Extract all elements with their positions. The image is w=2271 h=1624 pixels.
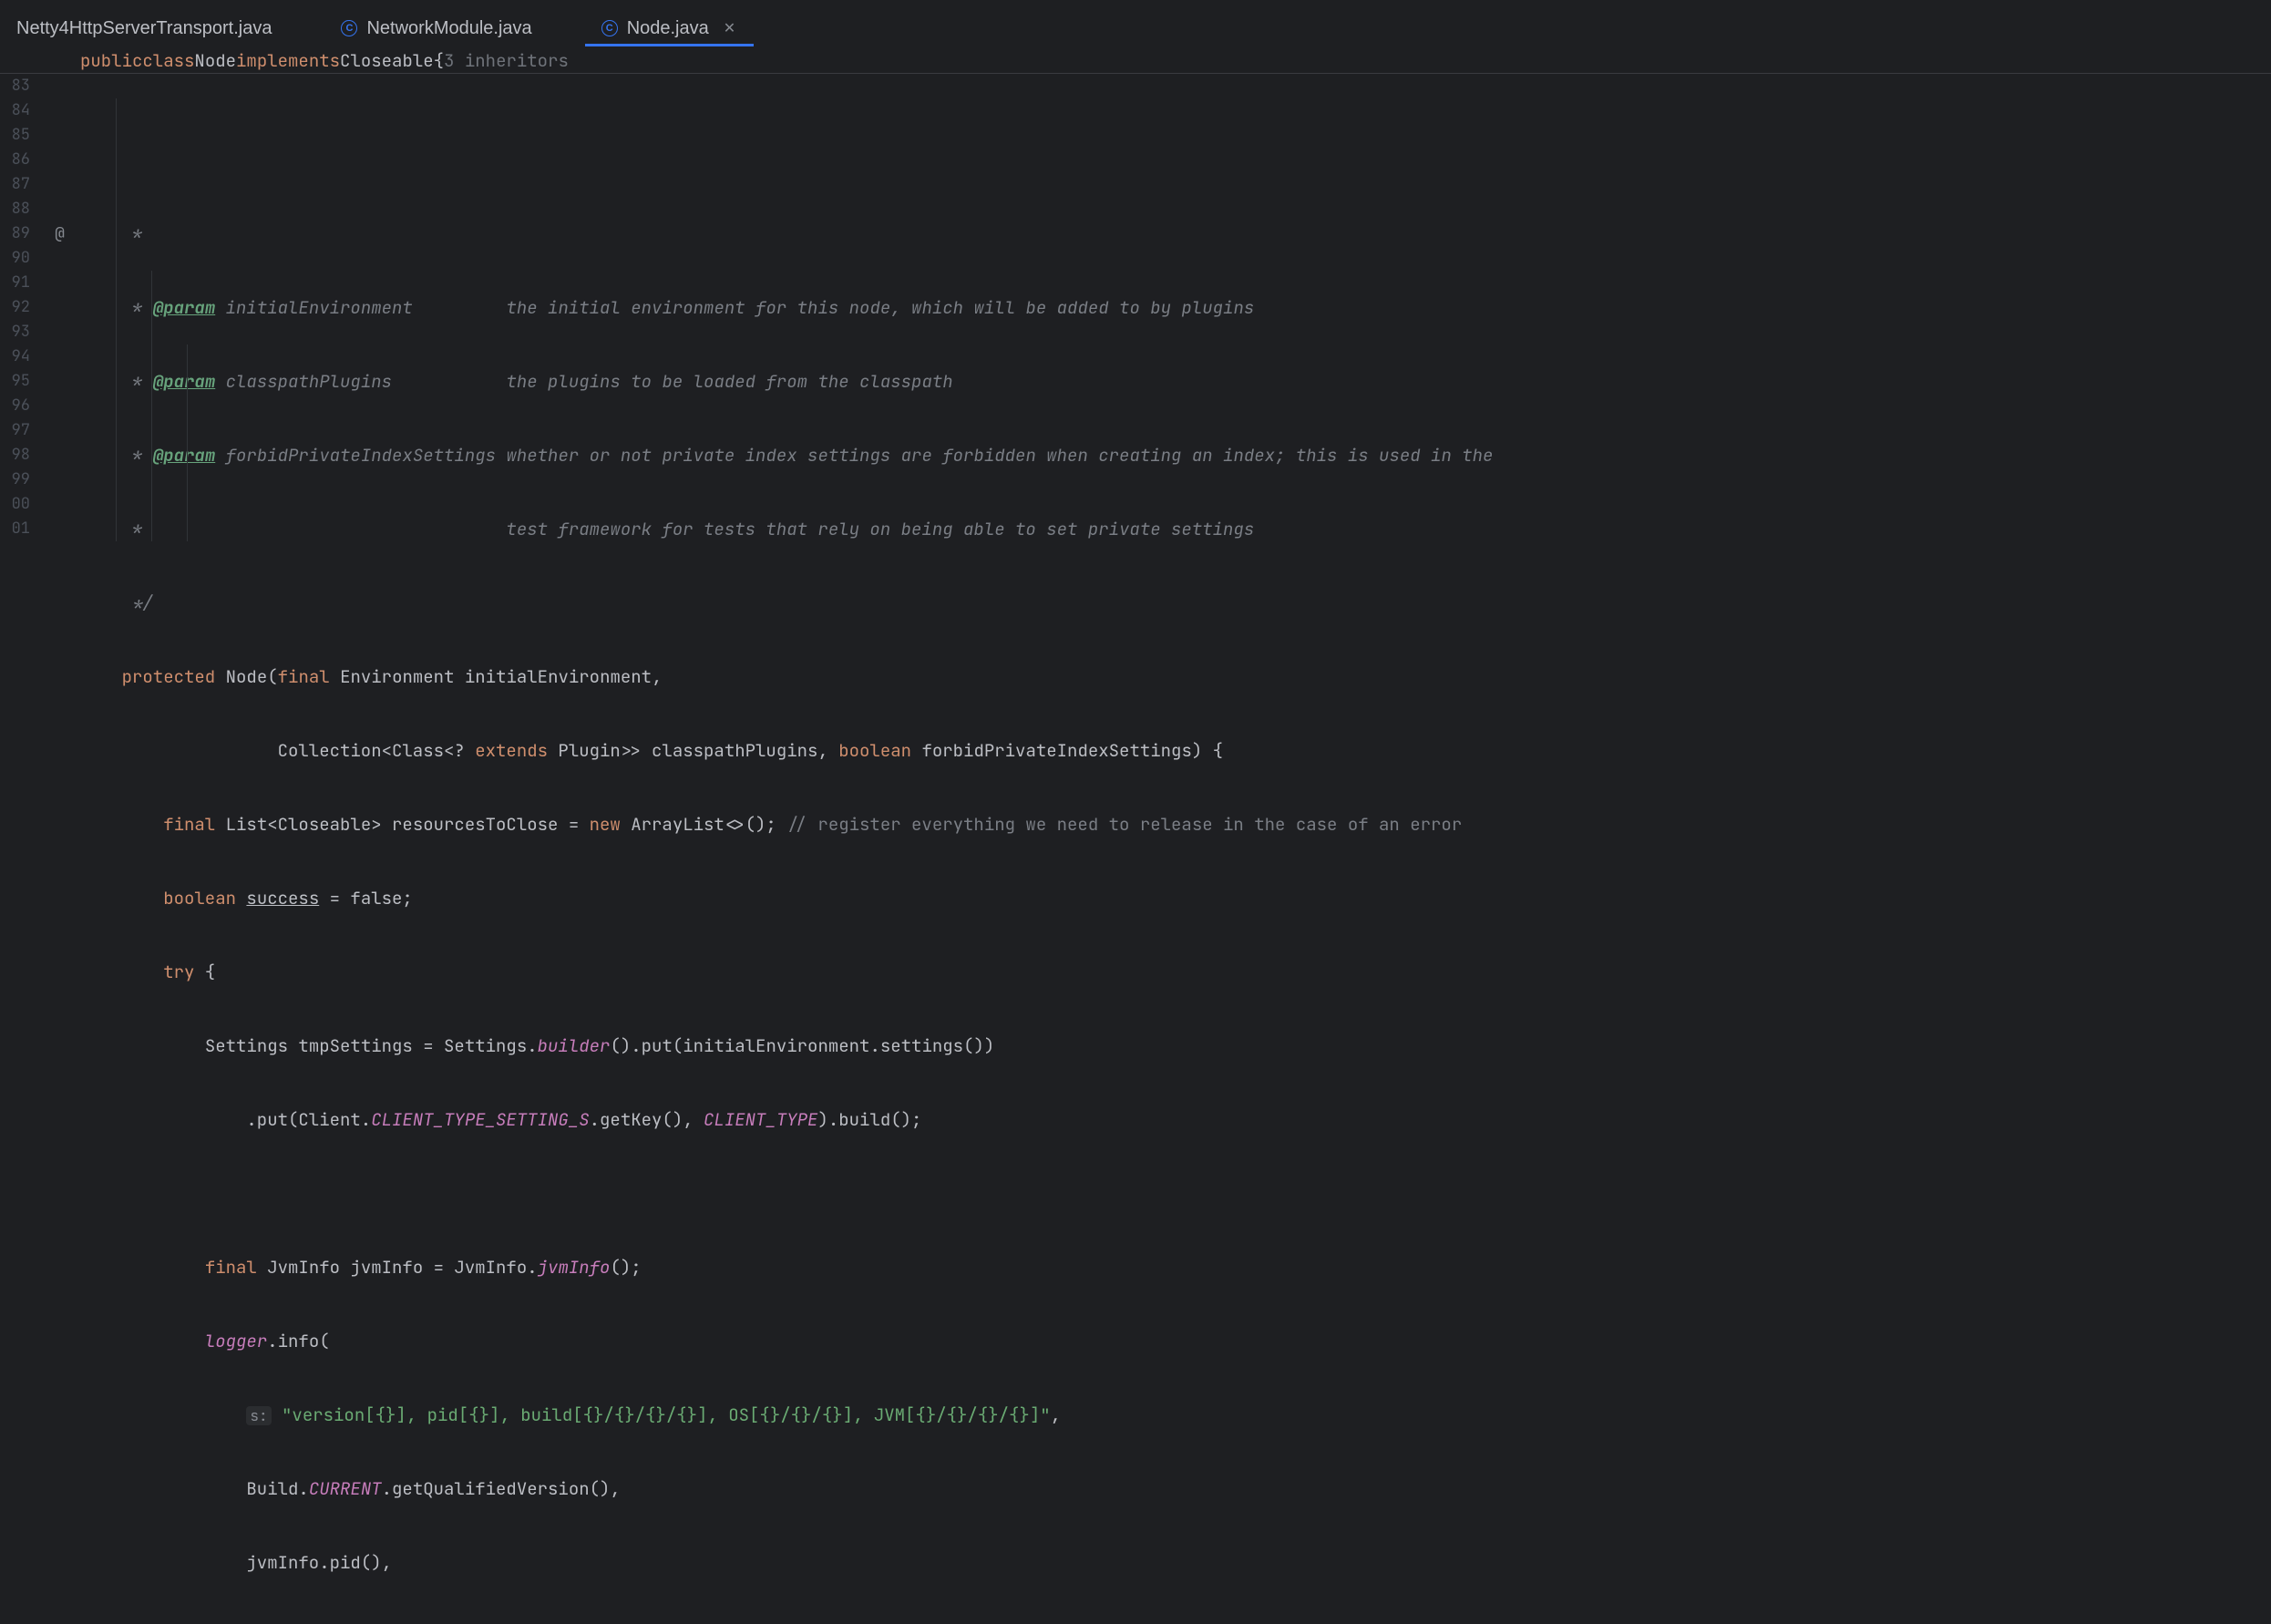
gutter-blank	[39, 74, 80, 98]
gutter-blank	[39, 492, 80, 517]
gutter-blank	[39, 246, 80, 271]
code-line[interactable]: Settings tmpSettings = Settings.builder(…	[80, 1033, 2271, 1058]
line-number[interactable]: 00	[0, 492, 30, 517]
line-number[interactable]: 83	[0, 74, 30, 98]
gutter-blank	[39, 344, 80, 369]
code-line[interactable]	[80, 1181, 2271, 1206]
gutter-blank	[39, 394, 80, 418]
code-line[interactable]: */	[80, 591, 2271, 615]
line-number[interactable]: 99	[0, 468, 30, 492]
line-number[interactable]: 88	[0, 197, 30, 221]
line-number[interactable]: 01	[0, 517, 30, 541]
line-number[interactable]: 85	[0, 123, 30, 148]
line-number[interactable]: 89	[0, 221, 30, 246]
tab-bar: Netty4HttpServerTransport.java C Network…	[0, 0, 2271, 47]
code-line[interactable]: * @param initialEnvironment the initial …	[80, 295, 2271, 320]
line-number[interactable]: 84	[0, 98, 30, 123]
code-line[interactable]: * @param classpathPlugins the plugins to…	[80, 369, 2271, 394]
code-line[interactable]: protected Node(final Environment initial…	[80, 664, 2271, 689]
line-number[interactable]: 90	[0, 246, 30, 271]
gutter-blank	[39, 98, 80, 123]
line-gutter[interactable]: 83848586878889909192939495969798990001	[0, 74, 39, 902]
code-line[interactable]: jvmInfo.pid(),	[80, 1550, 2271, 1575]
tab-label: Netty4HttpServerTransport.java	[16, 16, 272, 41]
gutter-blank	[39, 443, 80, 468]
close-icon[interactable]: ✕	[722, 15, 737, 43]
line-number[interactable]: 87	[0, 172, 30, 197]
code-line[interactable]: .put(Client.CLIENT_TYPE_SETTING_S.getKey…	[80, 1107, 2271, 1132]
kw-class: class	[142, 48, 194, 73]
iface-name: Closeable	[340, 48, 434, 73]
brace: {	[434, 48, 444, 73]
gutter-blank	[39, 197, 80, 221]
gutter-blank	[39, 295, 80, 320]
gutter-blank	[39, 123, 80, 148]
gutter-blank	[39, 369, 80, 394]
code-line[interactable]: * @param forbidPrivateIndexSettings whet…	[80, 443, 2271, 468]
code-line[interactable]: try {	[80, 960, 2271, 984]
tab-label: Node.java	[627, 16, 709, 41]
line-number[interactable]: 94	[0, 344, 30, 369]
gutter-blank	[39, 148, 80, 172]
code-line[interactable]: logger.info(	[80, 1329, 2271, 1353]
line-number[interactable]: 96	[0, 394, 30, 418]
class-icon: C	[601, 20, 618, 36]
tab-label: NetworkModule.java	[366, 16, 531, 41]
code-line[interactable]: final JvmInfo jvmInfo = JvmInfo.jvmInfo(…	[80, 1255, 2271, 1280]
code-line[interactable]: Build.CURRENT.getQualifiedVersion(),	[80, 1476, 2271, 1501]
line-number[interactable]: 93	[0, 320, 30, 344]
code-line[interactable]: boolean success = false;	[80, 886, 2271, 910]
kw-implements: implements	[236, 48, 340, 73]
line-number[interactable]: 92	[0, 295, 30, 320]
breadcrumb[interactable]: public class Node implements Closeable {…	[0, 47, 2271, 74]
line-number[interactable]: 91	[0, 271, 30, 295]
tab-netty4[interactable]: Netty4HttpServerTransport.java	[0, 13, 288, 46]
gutter-blank	[39, 320, 80, 344]
code-line[interactable]: s: "version[{}], pid[{}], build[{}/{}/{}…	[80, 1403, 2271, 1427]
tab-networkmodule[interactable]: C NetworkModule.java	[324, 13, 548, 46]
override-gutter-icon[interactable]: @	[39, 221, 80, 246]
line-number[interactable]: 98	[0, 443, 30, 468]
code-area[interactable]: * * @param initialEnvironment the initia…	[80, 74, 2271, 902]
gutter-blank	[39, 271, 80, 295]
parameter-hint: s:	[246, 1406, 271, 1425]
gutter-blank	[39, 517, 80, 541]
gutter-blank	[39, 172, 80, 197]
class-name: Node	[194, 48, 236, 73]
class-icon: C	[341, 20, 357, 36]
editor-area: 83848586878889909192939495969798990001 @…	[0, 74, 2271, 902]
annotation-gutter[interactable]: @	[39, 74, 80, 902]
gutter-blank	[39, 468, 80, 492]
code-line[interactable]: *	[80, 221, 2271, 246]
code-line[interactable]: final List<Closeable> resourcesToClose =…	[80, 812, 2271, 837]
code-line[interactable]: Collection<Class<? extends Plugin>> clas…	[80, 738, 2271, 763]
code-line[interactable]: * test framework for tests that rely on …	[80, 517, 2271, 541]
line-number[interactable]: 95	[0, 369, 30, 394]
gutter-blank	[39, 418, 80, 443]
line-number[interactable]: 97	[0, 418, 30, 443]
kw-public: public	[80, 48, 142, 73]
inheritors-hint[interactable]: 3 inheritors	[444, 48, 569, 73]
tab-node[interactable]: C Node.java ✕	[585, 13, 754, 46]
line-number[interactable]: 86	[0, 148, 30, 172]
